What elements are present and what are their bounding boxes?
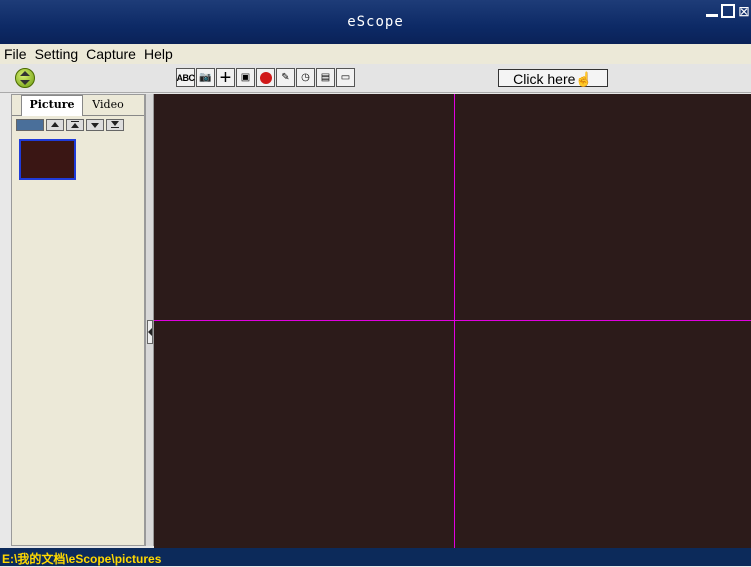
crosshair-icon: + — [219, 66, 232, 89]
minimize-button[interactable] — [705, 4, 719, 18]
tab-video[interactable]: Video — [84, 96, 132, 114]
hand-pointer-icon: ☝ — [575, 71, 593, 87]
move-up-button[interactable] — [46, 119, 64, 131]
camera-button[interactable]: 📷 — [196, 68, 215, 87]
window-title: eScope — [347, 14, 404, 30]
menu-setting[interactable]: Setting — [31, 46, 83, 62]
collapse-arrow-icon[interactable] — [147, 320, 153, 344]
snapshot-button[interactable]: ▣ — [236, 68, 255, 87]
timer-button[interactable]: ◷ — [296, 68, 315, 87]
list-tools — [16, 119, 124, 131]
view-mode-button[interactable] — [16, 119, 44, 131]
save-icon: ▭ — [340, 72, 351, 83]
gallery-button[interactable]: ▤ — [316, 68, 335, 87]
panel-splitter[interactable] — [145, 94, 154, 546]
move-down-button[interactable] — [86, 119, 104, 131]
text-tool-icon: ABC — [176, 72, 196, 83]
tab-picture[interactable]: Picture — [21, 95, 83, 116]
paint-icon: ✎ — [281, 72, 290, 83]
close-button[interactable]: ⊠ — [737, 4, 751, 18]
picture-thumbnail[interactable] — [19, 139, 76, 180]
move-top-button[interactable] — [66, 119, 84, 131]
camera-preview[interactable] — [154, 94, 751, 548]
click-here-label: Click here — [513, 71, 576, 87]
menu-help[interactable]: Help — [140, 46, 177, 62]
save-path-text: E:\我的文档\eScope\pictures — [2, 552, 162, 566]
crosshair-button[interactable]: + — [216, 66, 235, 89]
menu-bar: File Setting Capture Help — [0, 44, 751, 65]
move-bottom-button[interactable] — [106, 119, 124, 131]
text-tool-button[interactable]: ABC — [176, 68, 195, 87]
tool-group: ABC 📷 + ▣ ✎ ◷ ▤ ▭ — [176, 66, 355, 89]
menu-capture[interactable]: Capture — [82, 46, 140, 62]
record-icon — [259, 71, 272, 84]
window-controls: ⊠ — [705, 4, 751, 18]
paint-button[interactable]: ✎ — [276, 68, 295, 87]
snapshot-icon: ▣ — [240, 72, 251, 83]
crosshair-vertical-line — [454, 94, 455, 548]
status-bar: E:\我的文档\eScope\pictures — [0, 548, 751, 566]
record-button[interactable] — [256, 68, 275, 87]
click-here-button[interactable]: Click here☝ — [498, 69, 608, 87]
menu-file[interactable]: File — [0, 46, 31, 62]
gallery-icon: ▤ — [320, 72, 331, 83]
camera-icon: 📷 — [199, 72, 212, 83]
title-bar[interactable]: eScope ⊠ — [0, 0, 751, 44]
media-panel: Picture Video — [11, 94, 145, 546]
toolbar: ABC 📷 + ▣ ✎ ◷ ▤ ▭ Click here☝ — [0, 64, 751, 93]
maximize-button[interactable] — [721, 4, 735, 18]
save-button[interactable]: ▭ — [336, 68, 355, 87]
timer-icon: ◷ — [301, 72, 310, 83]
toggle-panel-icon[interactable] — [15, 68, 35, 88]
panel-tabs: Picture Video — [12, 95, 144, 116]
crosshair-horizontal-line — [154, 320, 751, 321]
